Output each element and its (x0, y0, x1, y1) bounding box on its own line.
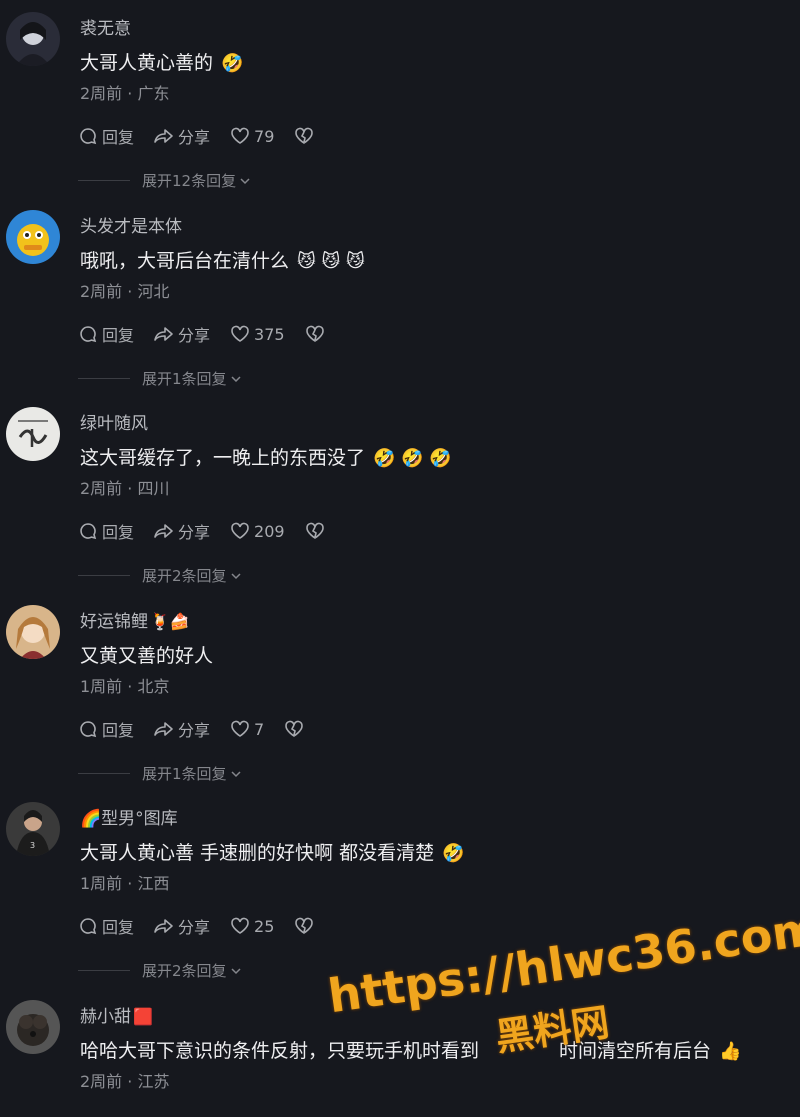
comment-meta: 2周前 · 广东 (80, 84, 170, 103)
comment-bubble-icon (80, 128, 97, 145)
dislike-button[interactable] (294, 126, 318, 146)
heart-icon (231, 720, 249, 737)
share-button[interactable]: 分享 (154, 124, 210, 148)
dislike-button[interactable] (294, 916, 318, 936)
divider-line (78, 378, 130, 379)
action-bar: 回复 分享 79 (78, 124, 338, 148)
expand-replies[interactable]: 展开2条回复 (78, 565, 243, 586)
action-bar: 回复 分享 209 (78, 519, 349, 543)
avatar[interactable]: 3 (6, 802, 60, 856)
divider-line (78, 970, 130, 971)
avatar[interactable] (6, 605, 60, 659)
comment-meta: 1周前 · 北京 (80, 677, 170, 696)
broken-heart-icon (295, 917, 314, 934)
chevron-down-icon (231, 967, 241, 974)
share-button[interactable]: 分享 (154, 519, 210, 543)
share-arrow-icon (154, 327, 173, 341)
action-bar: 回复 分享 25 (78, 914, 338, 938)
dislike-button[interactable] (305, 324, 329, 344)
reply-button[interactable]: 回复 (78, 322, 134, 346)
comment-text: 哦吼，大哥后台在清什么 😼 😼 😼 (80, 250, 365, 272)
watermark-url: https://hlwc36.com (324, 900, 800, 1024)
share-arrow-icon (154, 722, 173, 736)
avatar[interactable] (6, 1000, 60, 1054)
comment-meta: 2周前 · 四川 (80, 479, 170, 498)
avatar[interactable] (6, 12, 60, 66)
reply-button[interactable]: 回复 (78, 519, 134, 543)
heart-icon (231, 917, 249, 934)
username[interactable]: 🌈型男°图库 (80, 804, 178, 829)
like-button[interactable]: 25 (230, 916, 274, 936)
laugh-emoji: 🤣 🤣 🤣 (373, 448, 452, 469)
divider-line (78, 180, 130, 181)
divider-line (78, 773, 130, 774)
reply-button[interactable]: 回复 (78, 717, 134, 741)
red-square-emoji: 🟥 (133, 1007, 153, 1026)
reply-button[interactable]: 回复 (78, 124, 134, 148)
dislike-button[interactable] (284, 719, 308, 739)
broken-heart-icon (285, 720, 304, 737)
comment-text: 大哥人黄心善 手速删的好快啊 都没看清楚 🤣 (80, 842, 465, 864)
laugh-emoji: 🤣 (221, 53, 244, 74)
share-arrow-icon (154, 524, 173, 538)
avatar[interactable] (6, 210, 60, 264)
dislike-button[interactable] (305, 521, 329, 541)
comment-bubble-icon (80, 523, 97, 540)
broken-heart-icon (295, 127, 314, 144)
chevron-down-icon (231, 375, 241, 382)
username[interactable]: 绿叶随风 (80, 409, 148, 434)
chevron-down-icon (240, 177, 250, 184)
cat-emoji: 😼 😼 😼 (297, 251, 365, 272)
action-bar: 回复 分享 375 (78, 322, 349, 346)
action-bar: 回复 分享 7 (78, 717, 328, 741)
username[interactable]: 裘无意 (80, 14, 131, 39)
chevron-down-icon (231, 572, 241, 579)
like-button[interactable]: 79 (230, 126, 274, 146)
expand-replies[interactable]: 展开1条回复 (78, 368, 243, 389)
expand-replies[interactable]: 展开2条回复 (78, 960, 243, 981)
share-button[interactable]: 分享 (154, 717, 210, 741)
laugh-emoji: 🤣 (442, 843, 465, 864)
username[interactable]: 赫小甜 🟥 (80, 1002, 153, 1027)
broken-heart-icon (305, 522, 324, 539)
username[interactable]: 头发才是本体 (80, 212, 182, 237)
expand-replies[interactable]: 展开12条回复 (78, 170, 252, 191)
comment-text: 大哥人黄心善的 🤣 (80, 52, 244, 74)
comment-meta: 1周前 · 江西 (80, 874, 170, 893)
like-button[interactable]: 375 (230, 324, 285, 344)
thumbs-up-emoji: 👍 (719, 1041, 742, 1062)
heart-icon (231, 522, 249, 539)
chevron-down-icon (231, 770, 241, 777)
divider-line (78, 575, 130, 576)
comment-bubble-icon (80, 326, 97, 343)
reply-button[interactable]: 回复 (78, 914, 134, 938)
share-arrow-icon (154, 129, 173, 143)
comment-meta: 2周前 · 江苏 (80, 1072, 170, 1091)
share-button[interactable]: 分享 (154, 914, 210, 938)
broken-heart-icon (305, 325, 324, 342)
comment-meta: 2周前 · 河北 (80, 282, 170, 301)
comment-text: 哈哈大哥下意识的条件反射，只要玩手机时看到 时间清空所有后台 👍 (80, 1040, 742, 1062)
avatar[interactable] (6, 407, 60, 461)
expand-replies[interactable]: 展开1条回复 (78, 763, 243, 784)
heart-icon (231, 325, 249, 342)
username[interactable]: 好运锦鲤 🍹🍰 (80, 607, 190, 632)
share-button[interactable]: 分享 (154, 322, 210, 346)
svg-text:3: 3 (30, 841, 35, 850)
heart-icon (231, 127, 249, 144)
drink-cake-emoji: 🍹🍰 (150, 612, 190, 631)
comment-text: 又黄又善的好人 (80, 645, 214, 667)
like-button[interactable]: 7 (230, 719, 264, 739)
like-button[interactable]: 209 (230, 521, 285, 541)
comment-bubble-icon (80, 918, 97, 935)
comment-text: 这大哥缓存了，一晚上的东西没了 🤣 🤣 🤣 (80, 447, 452, 469)
comment-bubble-icon (80, 721, 97, 738)
share-arrow-icon (154, 919, 173, 933)
